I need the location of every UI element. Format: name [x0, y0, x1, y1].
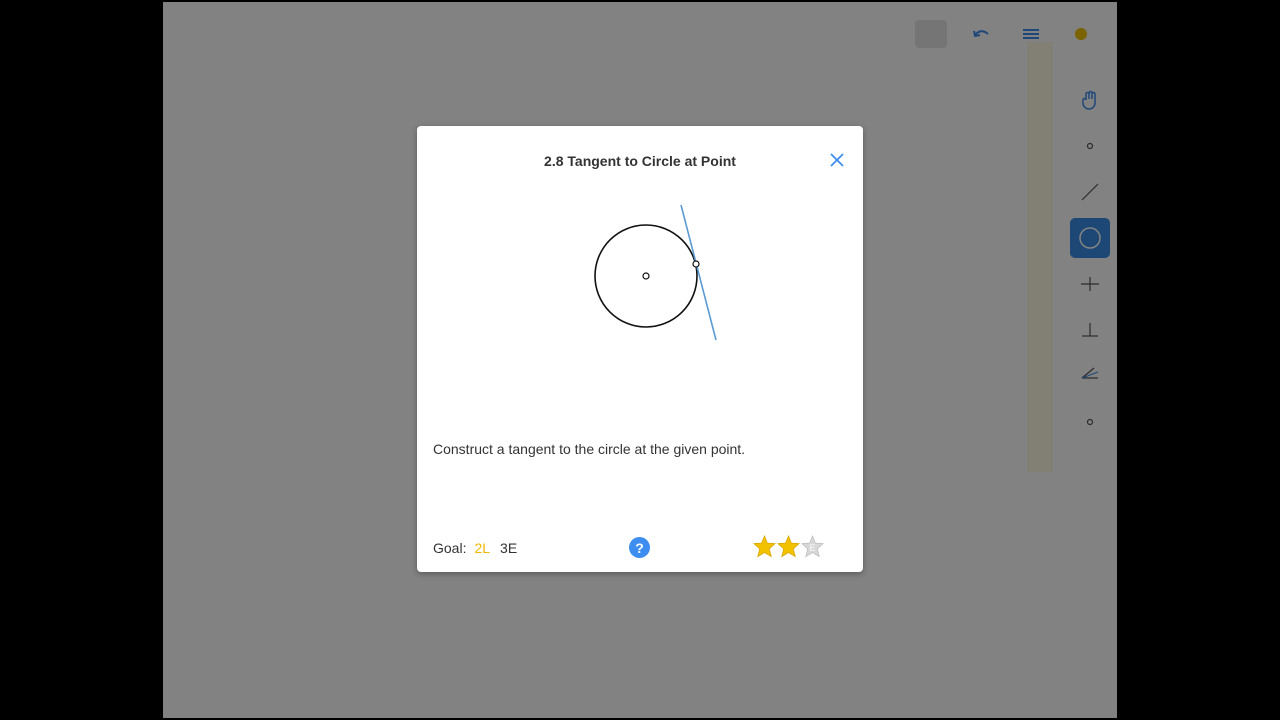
goal-row: Goal: 2L 3E: [433, 540, 517, 556]
circle-center-point: [642, 272, 650, 280]
level-description: Construct a tangent to the circle at the…: [433, 441, 746, 457]
help-button[interactable]: ?: [629, 537, 650, 558]
star-icon-filled: [777, 535, 800, 558]
level-dialog: 2.8 Tangent to Circle at Point Construct…: [417, 126, 863, 572]
question-icon: ?: [635, 539, 644, 556]
level-preview-diagram: [594, 204, 717, 341]
star-rating: E: [753, 535, 824, 558]
goal-l-moves: 2L: [474, 540, 491, 556]
star-icon-empty: E: [801, 535, 824, 558]
app-window: 2.8 Tangent to Circle at Point Construct…: [163, 2, 1117, 718]
tangent-line: [680, 204, 717, 341]
goal-e-moves: 3E: [500, 540, 518, 556]
goal-label: Goal:: [433, 540, 467, 556]
star-icon-filled: [753, 535, 776, 558]
given-point: [692, 260, 700, 268]
empty-star-letter: E: [810, 542, 816, 552]
